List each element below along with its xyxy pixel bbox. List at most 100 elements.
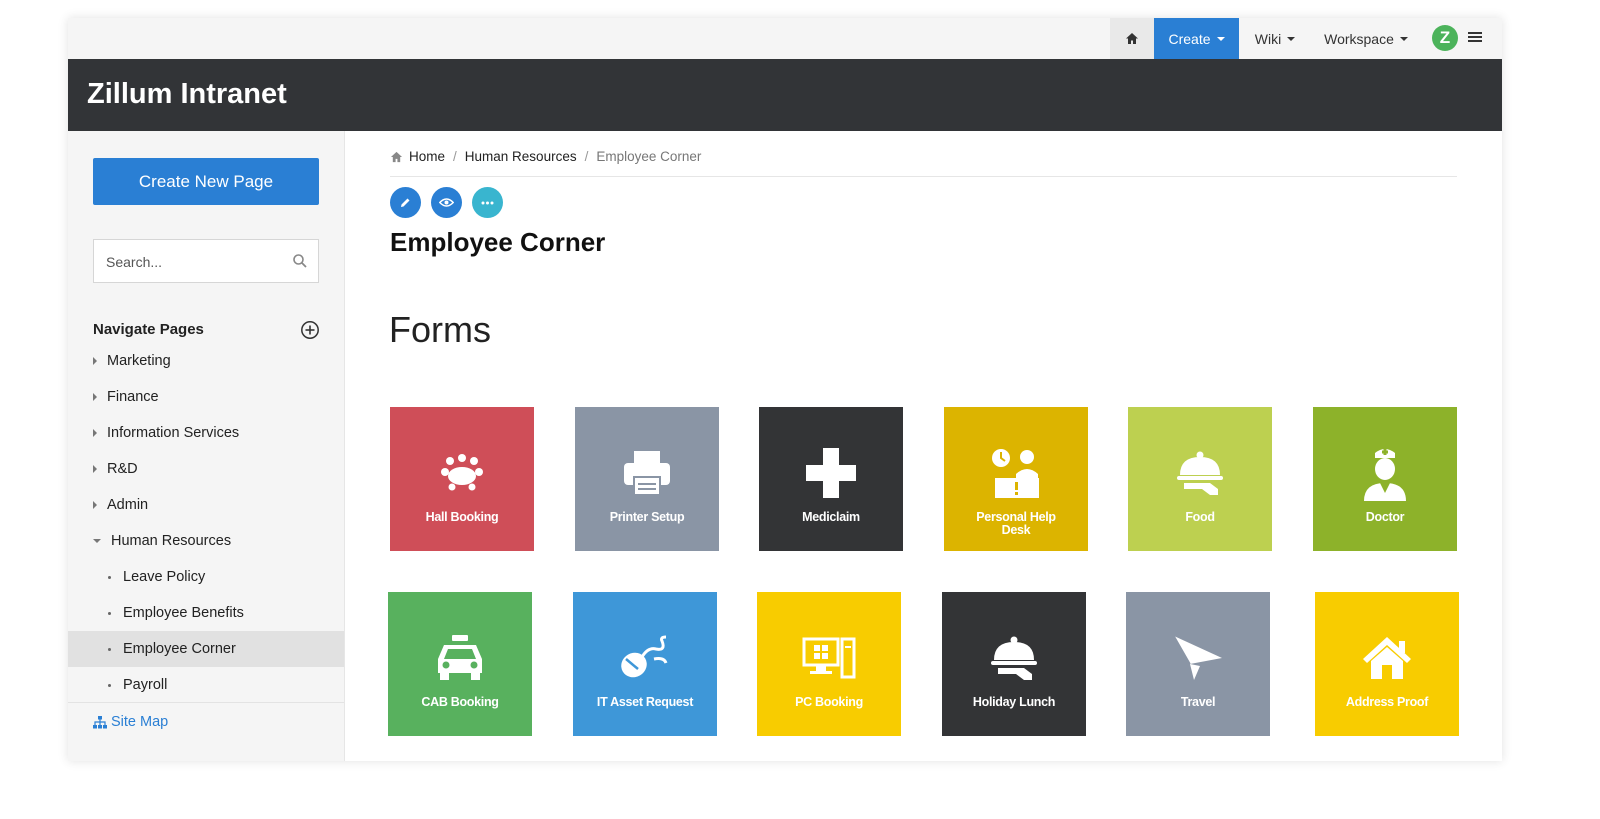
sidebar-item-label: Admin (107, 497, 149, 513)
tile-label: Hall Booking (425, 510, 499, 524)
sidebar: Create New Page Navigate Pages Marketing… (68, 131, 345, 761)
nurse-icon (1364, 449, 1406, 501)
chevron-down-icon (1399, 36, 1408, 41)
tile-cab-booking[interactable]: CAB Booking (388, 592, 532, 736)
breadcrumb-separator: / (584, 149, 589, 164)
nav-home-button[interactable] (1110, 18, 1154, 59)
breadcrumb-home[interactable]: Home (409, 149, 445, 164)
navigate-pages-heading: Navigate Pages (93, 321, 204, 338)
tile-label: Printer Setup (609, 510, 685, 524)
caret-right-icon (93, 429, 97, 437)
caret-right-icon (93, 393, 97, 401)
tile-label: Doctor (1365, 510, 1405, 524)
nav-create-label: Create (1168, 30, 1211, 47)
tile-it-asset-request[interactable]: IT Asset Request (573, 592, 717, 736)
tile-address-proof[interactable]: Address Proof (1315, 592, 1459, 736)
edit-page-button[interactable] (390, 187, 421, 218)
chevron-down-icon (1216, 36, 1225, 41)
paper-plane-icon (1173, 635, 1222, 680)
tile-label: Mediclaim (802, 510, 860, 524)
taxi-icon (438, 635, 482, 680)
sidebar-item-label: Employee Benefits (123, 605, 244, 621)
search-icon[interactable] (292, 253, 308, 269)
sidebar-item-label: Finance (107, 389, 159, 405)
breadcrumb-divider (390, 176, 1457, 177)
nav-wiki-menu[interactable]: Wiki (1239, 18, 1311, 59)
tile-hall-booking[interactable]: Hall Booking (390, 407, 534, 551)
tile-food[interactable]: Food (1128, 407, 1272, 551)
computer-icon (802, 637, 856, 679)
site-map-label: Site Map (111, 714, 169, 730)
caret-right-icon (93, 501, 97, 509)
tile-personal-help-desk[interactable]: Personal Help Desk (944, 407, 1088, 551)
bullet-icon (108, 575, 111, 579)
page-title: Employee Corner (390, 227, 606, 257)
sidebar-item-rnd[interactable]: R&D (68, 451, 344, 487)
nav-workspace-label: Workspace (1324, 30, 1394, 47)
sidebar-item-label: Information Services (107, 425, 240, 441)
house-icon (1363, 637, 1411, 679)
bullet-icon (108, 683, 111, 687)
search-input[interactable] (104, 240, 288, 284)
sidebar-divider (68, 702, 344, 703)
mouse-icon (621, 635, 668, 678)
nav-wiki-label: Wiki (1254, 30, 1282, 47)
caret-right-icon (93, 357, 97, 365)
search-box (93, 239, 319, 284)
sidebar-item-human-resources[interactable]: Human Resources (68, 523, 344, 559)
section-title: Forms (389, 309, 491, 350)
sidebar-item-employee-corner[interactable]: Employee Corner (68, 631, 344, 667)
conference-hall-icon (441, 454, 483, 491)
sidebar-item-payroll[interactable]: Payroll (68, 667, 344, 703)
tile-travel[interactable]: Travel (1126, 592, 1270, 736)
hamburger-menu-icon[interactable] (1466, 30, 1484, 46)
medical-cross-icon (806, 448, 856, 498)
tile-label: Food (1185, 510, 1215, 524)
avatar[interactable]: Z (1432, 25, 1458, 51)
tile-label: Holiday Lunch (972, 695, 1056, 709)
breadcrumb: Home / Human Resources / Employee Corner (390, 149, 701, 164)
bullet-icon (108, 647, 111, 651)
chevron-down-icon (1287, 36, 1296, 41)
sidebar-item-label: Marketing (107, 353, 171, 369)
lunch-cloche-icon (991, 636, 1037, 680)
sidebar-item-information-services[interactable]: Information Services (68, 415, 344, 451)
food-cloche-icon (1177, 451, 1223, 495)
sidebar-item-admin[interactable]: Admin (68, 487, 344, 523)
sidebar-item-marketing[interactable]: Marketing (68, 343, 344, 379)
tile-pc-booking[interactable]: PC Booking (757, 592, 901, 736)
view-page-button[interactable] (431, 187, 462, 218)
sidebar-item-employee-benefits[interactable]: Employee Benefits (68, 595, 344, 631)
add-circle-icon[interactable] (300, 320, 320, 340)
tile-printer-setup[interactable]: Printer Setup (575, 407, 719, 551)
tile-label: IT Asset Request (596, 695, 694, 709)
tile-mediclaim[interactable]: Mediclaim (759, 407, 903, 551)
create-new-page-button[interactable]: Create New Page (93, 158, 319, 205)
sidebar-item-label: Employee Corner (123, 641, 236, 657)
top-navbar: Create Wiki Workspace Z (68, 18, 1502, 60)
caret-down-icon (93, 539, 101, 543)
more-icon (481, 201, 494, 204)
nav-workspace-menu[interactable]: Workspace (1311, 18, 1421, 59)
sidebar-item-leave-policy[interactable]: Leave Policy (68, 559, 344, 595)
main-content: Home / Human Resources / Employee Corner… (345, 131, 1502, 761)
tile-holiday-lunch[interactable]: Holiday Lunch (942, 592, 1086, 736)
breadcrumb-human-resources[interactable]: Human Resources (465, 149, 577, 164)
sidebar-item-label: Human Resources (111, 533, 232, 549)
site-title[interactable]: Zillum Intranet (87, 78, 287, 111)
tile-label: Travel (1180, 695, 1216, 709)
help-desk-icon (992, 449, 1039, 498)
site-banner: Zillum Intranet (68, 59, 1502, 131)
caret-right-icon (93, 465, 97, 473)
view-icon (439, 198, 454, 207)
tile-doctor[interactable]: Doctor (1313, 407, 1457, 551)
sidebar-item-finance[interactable]: Finance (68, 379, 344, 415)
more-actions-button[interactable] (472, 187, 503, 218)
nav-create-button[interactable]: Create (1154, 18, 1239, 59)
sidebar-item-label: Leave Policy (123, 569, 206, 585)
breadcrumb-separator: / (453, 149, 457, 164)
app-window: Create Wiki Workspace Z Zillum Intranet … (68, 18, 1502, 761)
sidebar-item-label: R&D (107, 461, 138, 477)
home-icon (390, 151, 403, 162)
site-map-link[interactable]: Site Map (93, 714, 168, 730)
